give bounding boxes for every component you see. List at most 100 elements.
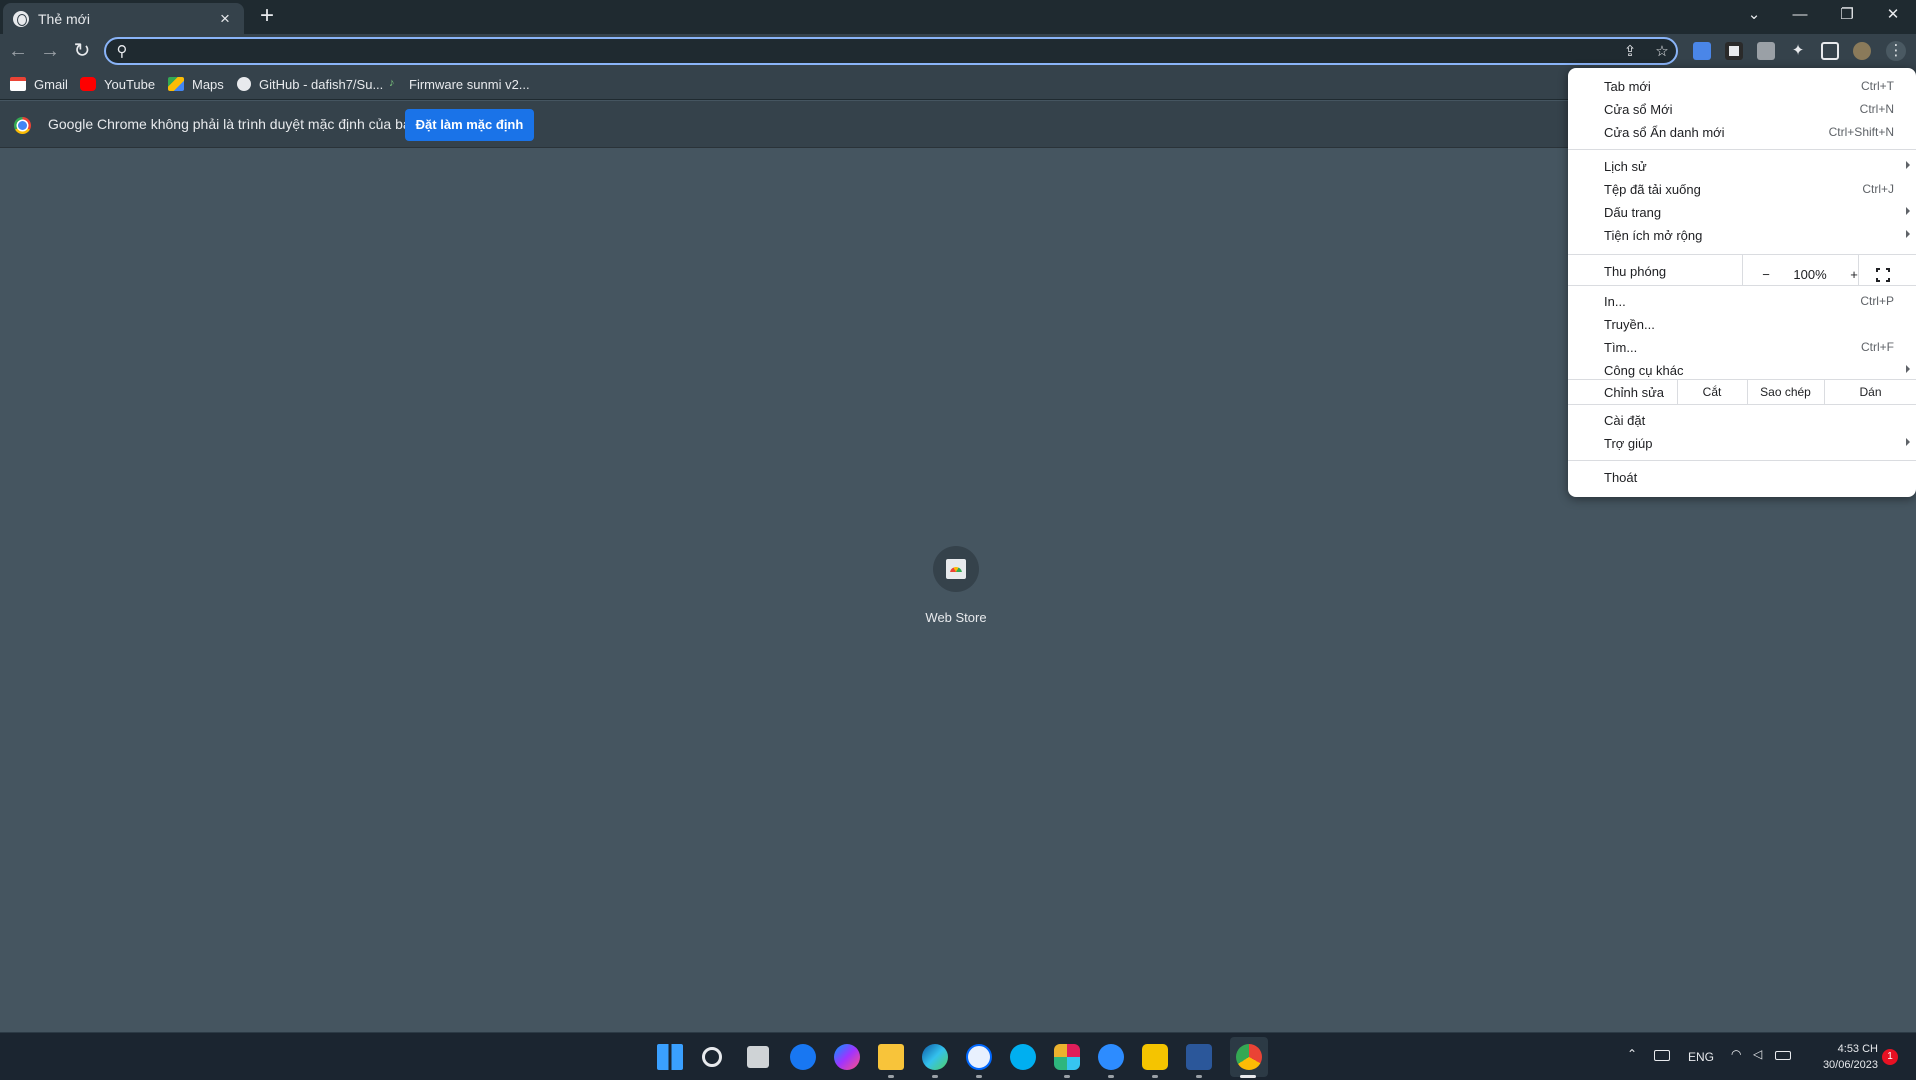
extension-icon[interactable]	[1725, 42, 1743, 60]
menu-item-new-window[interactable]: Cửa sổ Mới Ctrl+N	[1568, 98, 1916, 121]
edge-icon[interactable]	[922, 1044, 948, 1070]
language-indicator[interactable]: ENG	[1688, 1050, 1714, 1064]
zoom-out-button[interactable]: −	[1752, 263, 1780, 286]
menu-item-extensions[interactable]: Tiện ích mở rộng	[1568, 224, 1916, 247]
shortcut-label[interactable]: Web Store	[886, 610, 1026, 625]
youtube-icon	[80, 77, 96, 91]
zoom-app-icon[interactable]	[1098, 1044, 1124, 1070]
menu-shortcut: Ctrl+P	[1860, 294, 1894, 308]
close-tab-icon[interactable]: ×	[216, 9, 234, 29]
back-icon[interactable]: ←	[4, 37, 32, 65]
wifi-icon[interactable]: ◠	[1731, 1047, 1741, 1061]
running-indicator	[888, 1075, 894, 1078]
chrome-logo-icon	[14, 117, 31, 134]
side-panel-icon[interactable]	[1821, 42, 1839, 60]
menu-item-incognito[interactable]: Cửa sổ Ẩn danh mới Ctrl+Shift+N	[1568, 121, 1916, 144]
menu-item-help[interactable]: Trợ giúp	[1568, 432, 1916, 455]
menu-item-print[interactable]: In... Ctrl+P	[1568, 290, 1916, 313]
zoom-in-button[interactable]: +	[1840, 263, 1868, 286]
menu-item-new-tab[interactable]: Tab mới Ctrl+T	[1568, 75, 1916, 98]
zalo-icon[interactable]	[966, 1044, 992, 1070]
tab-title: Thẻ mới	[38, 10, 90, 27]
windows-taskbar: ⌃ ENG ◠ ◁ 4:53 CH 30/06/2023 1	[0, 1032, 1916, 1080]
new-tab-button[interactable]: +	[254, 3, 280, 29]
bookmark-youtube[interactable]: YouTube	[80, 75, 155, 93]
running-indicator	[976, 1075, 982, 1078]
menu-item-history[interactable]: Lịch sử	[1568, 155, 1916, 178]
menu-item-settings[interactable]: Cài đặt	[1568, 409, 1916, 432]
search-taskbar-icon[interactable]	[702, 1047, 722, 1067]
bookmark-github[interactable]: GitHub - dafish7/Su...	[237, 75, 383, 93]
paste-button[interactable]: Dán	[1825, 380, 1916, 404]
notification-badge[interactable]: 1	[1882, 1049, 1898, 1065]
chrome-app-menu: Tab mới Ctrl+T Cửa sổ Mới Ctrl+N Cửa sổ …	[1568, 68, 1916, 497]
facebook-icon[interactable]	[790, 1044, 816, 1070]
skype-icon[interactable]	[1010, 1044, 1036, 1070]
volume-icon[interactable]: ◁	[1753, 1047, 1762, 1061]
bookmark-star-icon[interactable]: ☆	[1652, 42, 1672, 62]
menu-label: Tab mới	[1604, 79, 1651, 94]
menu-item-exit[interactable]: Thoát	[1568, 466, 1916, 489]
profile-avatar[interactable]	[1853, 42, 1871, 60]
restore-button[interactable]: ❐	[1824, 0, 1870, 30]
reload-icon[interactable]: ↻	[68, 37, 96, 65]
tab-new-tab[interactable]: Thẻ mới ×	[3, 3, 244, 34]
shortcut-tile-web-store[interactable]	[933, 546, 979, 592]
cut-button[interactable]: Cắt	[1678, 380, 1746, 404]
menu-item-bookmarks[interactable]: Dấu trang	[1568, 201, 1916, 224]
keyboard-icon[interactable]	[1654, 1050, 1670, 1061]
bookmark-label: YouTube	[104, 76, 156, 92]
running-indicator	[1064, 1075, 1070, 1078]
chrome-taskbar-icon[interactable]	[1236, 1044, 1262, 1070]
search-icon: ⚲	[116, 43, 128, 60]
share-icon[interactable]: ⇪	[1620, 42, 1640, 62]
close-window-button[interactable]: ✕	[1870, 0, 1916, 30]
running-indicator	[1108, 1075, 1114, 1078]
menu-label: Cửa sổ Mới	[1604, 102, 1673, 117]
address-bar[interactable]: ⚲ ⇪ ☆	[104, 37, 1678, 65]
maps-icon	[168, 77, 184, 91]
task-view-icon[interactable]	[747, 1046, 769, 1068]
active-indicator	[1240, 1075, 1256, 1078]
copy-button[interactable]: Sao chép	[1748, 380, 1823, 404]
running-indicator	[932, 1075, 938, 1078]
submenu-arrow-icon	[1906, 438, 1910, 446]
extension-icon-2[interactable]	[1757, 42, 1775, 60]
toolbar: ← → ↻ ⚲ ⇪ ☆ ✦ ⋮	[0, 34, 1916, 68]
menu-label: Trợ giúp	[1604, 436, 1653, 451]
minimize-button[interactable]: —	[1777, 0, 1823, 30]
menu-separator	[1568, 460, 1916, 461]
submenu-arrow-icon	[1906, 230, 1910, 238]
tab-search-icon[interactable]: ⌄	[1731, 0, 1777, 30]
submenu-arrow-icon	[1906, 161, 1910, 169]
globe-icon	[13, 10, 29, 27]
set-default-button[interactable]: Đặt làm mặc định	[405, 109, 534, 141]
menu-label: Thoát	[1604, 470, 1638, 485]
system-clock[interactable]: 4:53 CH 30/06/2023	[1810, 1041, 1878, 1073]
bookmark-firmware[interactable]: ♪ Firmware sunmi v2...	[389, 75, 530, 93]
menu-label: Truyền...	[1604, 317, 1655, 332]
tab-strip: Thẻ mới × + ⌄ — ❐ ✕	[0, 0, 1916, 34]
more-menu-icon[interactable]: ⋮	[1886, 41, 1906, 61]
bookmark-gmail[interactable]: Gmail	[10, 75, 68, 93]
chevron-up-icon[interactable]: ⌃	[1627, 1047, 1637, 1061]
bookmark-maps[interactable]: Maps	[168, 75, 224, 93]
menu-separator	[1568, 404, 1916, 405]
bookmark-label: Gmail	[34, 76, 68, 92]
menu-item-cast[interactable]: Truyền...	[1568, 313, 1916, 336]
slack-icon[interactable]	[1054, 1044, 1080, 1070]
bookmark-label: Maps	[192, 76, 224, 92]
extensions-puzzle-icon[interactable]: ✦	[1788, 41, 1808, 61]
menu-item-downloads[interactable]: Tệp đã tải xuống Ctrl+J	[1568, 178, 1916, 201]
menu-item-find[interactable]: Tìm... Ctrl+F	[1568, 336, 1916, 359]
start-icon[interactable]	[657, 1044, 683, 1070]
battery-icon[interactable]	[1775, 1051, 1791, 1060]
word-icon[interactable]	[1186, 1044, 1212, 1070]
forward-icon[interactable]: →	[36, 37, 64, 65]
file-explorer-icon[interactable]	[878, 1044, 904, 1070]
ultraviewer-icon[interactable]	[1142, 1044, 1168, 1070]
fullscreen-icon[interactable]	[1875, 267, 1891, 283]
running-indicator	[1152, 1075, 1158, 1078]
messenger-icon[interactable]	[834, 1044, 860, 1070]
translate-extension-icon[interactable]	[1693, 42, 1711, 60]
